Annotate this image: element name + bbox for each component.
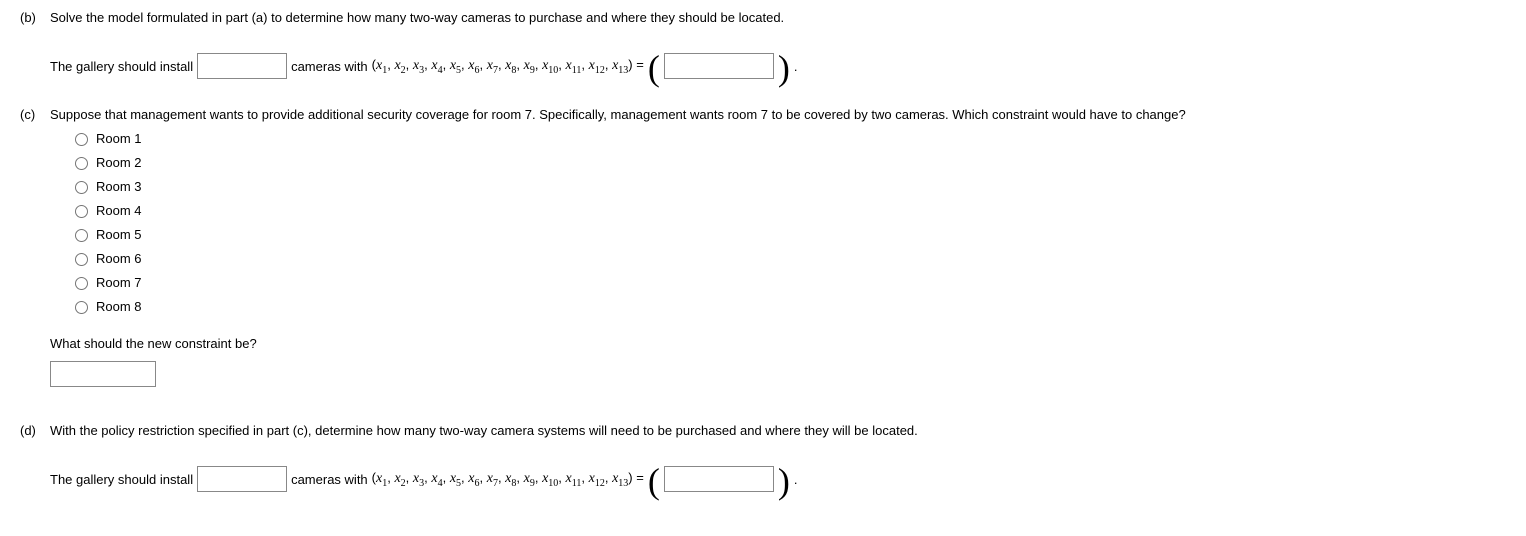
radio-label: Room 8: [96, 299, 142, 314]
radio-row-room-3[interactable]: Room 3: [70, 178, 1506, 194]
radio-room-2[interactable]: [75, 157, 88, 170]
part-d-camera-count-input[interactable]: [197, 466, 287, 492]
radio-room-7[interactable]: [75, 277, 88, 290]
part-d-label: (d): [20, 423, 50, 492]
part-b-vars: (x1, x2, x3, x4, x5, x6, x7, x8, x9, x10…: [372, 57, 644, 76]
radio-label: Room 3: [96, 179, 142, 194]
radio-room-3[interactable]: [75, 181, 88, 194]
part-b-camera-count-input[interactable]: [197, 53, 287, 79]
part-b-prefix: The gallery should install: [50, 59, 193, 74]
part-d-vars: (x1, x2, x3, x4, x5, x6, x7, x8, x9, x10…: [372, 470, 644, 489]
radio-row-room-5[interactable]: Room 5: [70, 226, 1506, 242]
radio-row-room-1[interactable]: Room 1: [70, 130, 1506, 146]
part-b-period: .: [794, 59, 798, 74]
radio-row-room-8[interactable]: Room 8: [70, 298, 1506, 314]
radio-label: Room 1: [96, 131, 142, 146]
part-c-content: Suppose that management wants to provide…: [50, 107, 1506, 387]
part-c: (c) Suppose that management wants to pro…: [20, 107, 1506, 387]
radio-room-8[interactable]: [75, 301, 88, 314]
part-d-vector-input[interactable]: [664, 466, 774, 492]
radio-label: Room 4: [96, 203, 142, 218]
part-d-period: .: [794, 472, 798, 487]
radio-room-5[interactable]: [75, 229, 88, 242]
radio-row-room-2[interactable]: Room 2: [70, 154, 1506, 170]
radio-room-6[interactable]: [75, 253, 88, 266]
part-b-answer-row: The gallery should install cameras with …: [50, 53, 1506, 79]
part-b-content: Solve the model formulated in part (a) t…: [50, 10, 1506, 79]
part-d-mid: cameras with: [291, 472, 368, 487]
radio-label: Room 2: [96, 155, 142, 170]
part-b-prompt: Solve the model formulated in part (a) t…: [50, 10, 1506, 25]
radio-row-room-6[interactable]: Room 6: [70, 250, 1506, 266]
radio-room-1[interactable]: [75, 133, 88, 146]
part-b-label: (b): [20, 10, 50, 79]
part-c-label: (c): [20, 107, 50, 387]
radio-label: Room 6: [96, 251, 142, 266]
part-b-vector-input[interactable]: [664, 53, 774, 79]
part-d-prefix: The gallery should install: [50, 472, 193, 487]
radio-label: Room 5: [96, 227, 142, 242]
part-c-constraint-input[interactable]: [50, 361, 156, 387]
part-c-prompt: Suppose that management wants to provide…: [50, 107, 1506, 122]
part-d: (d) With the policy restriction specifie…: [20, 423, 1506, 492]
part-d-prompt: With the policy restriction specified in…: [50, 423, 1506, 438]
part-b-mid: cameras with: [291, 59, 368, 74]
radio-label: Room 7: [96, 275, 142, 290]
part-b: (b) Solve the model formulated in part (…: [20, 10, 1506, 79]
radio-row-room-7[interactable]: Room 7: [70, 274, 1506, 290]
part-c-radio-group: Room 1 Room 2 Room 3 Room 4 Room 5 Room …: [70, 130, 1506, 314]
part-c-sub-question: What should the new constraint be?: [50, 336, 1506, 351]
part-d-answer-row: The gallery should install cameras with …: [50, 466, 1506, 492]
radio-room-4[interactable]: [75, 205, 88, 218]
part-d-content: With the policy restriction specified in…: [50, 423, 1506, 492]
radio-row-room-4[interactable]: Room 4: [70, 202, 1506, 218]
